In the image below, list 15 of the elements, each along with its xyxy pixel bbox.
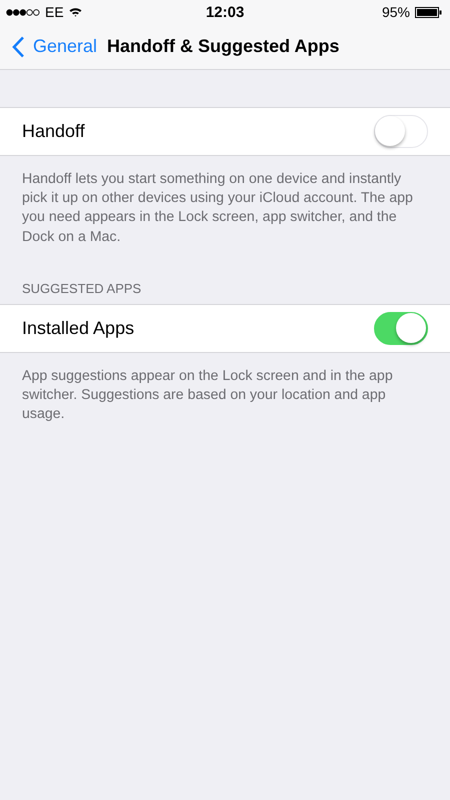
battery-icon <box>415 6 442 18</box>
toggle-switch[interactable] <box>374 312 428 345</box>
section-header: SUGGESTED APPS <box>21 280 142 298</box>
page-title: Handoff & Suggested Apps <box>107 36 340 57</box>
row-label: Handoff <box>22 121 85 142</box>
carrier-name: EE <box>45 4 64 20</box>
chevron-left-icon <box>12 36 25 58</box>
row-label: Installed Apps <box>22 318 134 339</box>
signal-icon <box>6 8 40 16</box>
footer-text: App suggestions appear on the Lock screen and in the app switcher. Suggestions are based on your location and app usage. <box>21 366 394 424</box>
clock-time: 12:03 <box>206 4 244 20</box>
battery-percent: 95% <box>382 4 410 20</box>
footer-text: Handoff lets you start something on one device and instantly pick it up on other devices using your iCloud account. The app you need appears in the Lock screen, app switcher, and the Dock on a Mac. <box>21 170 414 247</box>
back-button[interactable]: General <box>12 36 98 58</box>
wifi-icon <box>68 7 82 17</box>
